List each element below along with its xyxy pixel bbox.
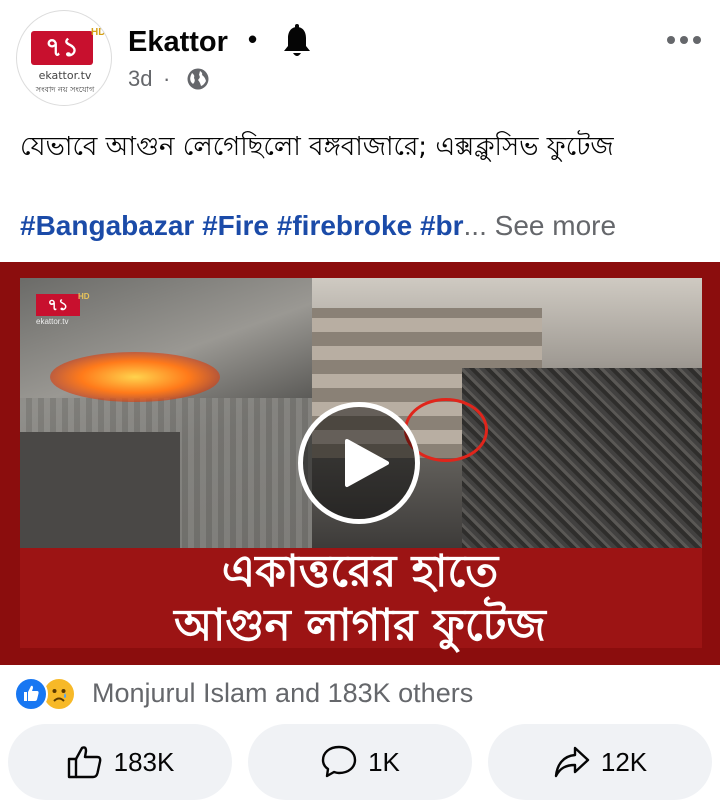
avatar-site-text: ekattor.tv [38,69,92,82]
more-dot [693,36,701,44]
share-icon [554,746,590,778]
like-count: 183K [113,746,175,777]
hashtags-link[interactable]: #Bangabazar #Fire #firebroke #br [20,210,464,241]
timestamp-separator: · [163,66,171,91]
hd-badge: HD [91,27,106,38]
name-separator: • [248,24,258,54]
page-name-link[interactable]: Ekattor [128,26,228,59]
comment-count: 1K [368,746,400,777]
watermark-logo: ৭১ [36,294,80,316]
like-button[interactable]: 183K [8,724,232,800]
post-text: যেভাবে আগুন লেগেছিলো বঙ্গবাজারে; এক্সক্ল… [20,132,614,162]
bell-icon[interactable] [280,24,314,60]
watermark-site: ekattor.tv [36,317,69,326]
post-timestamp[interactable]: 3d [128,66,152,92]
more-dot [667,36,675,44]
thumbs-up-icon [67,746,102,779]
action-bar: 183K 1K 12K [0,724,720,800]
reaction-icons[interactable] [14,676,76,712]
video-caption-line2: আগুন লাগার ফুটেজ [174,600,546,651]
play-icon [345,439,389,487]
share-button[interactable]: 12K [488,724,712,800]
video-player[interactable]: ৭১ HD ekattor.tv একাত্তরের হাতে আগুন লাগ… [0,262,720,665]
burned-rubble [462,368,702,548]
like-reaction-icon [14,677,48,711]
watermark-hd: HD [78,292,90,301]
avatar-tagline: সংবাদ নয় সংযোগ [35,85,95,94]
more-options-icon[interactable] [664,26,704,54]
comment-icon [321,745,357,778]
lower-building [20,432,180,548]
more-dot [680,36,688,44]
hashtag-ellipsis: ... [463,210,487,241]
fire-flames [50,352,220,402]
ekattor-logo: ৭১ [31,31,93,65]
comment-button[interactable]: 1K [248,724,472,800]
hashtag-line: #Bangabazar #Fire #firebroke #br... See … [20,210,710,242]
post-header: ৭১ HD ekattor.tv সংবাদ নয় সংযোগ Ekattor… [0,0,720,110]
page-avatar[interactable]: ৭১ HD ekattor.tv সংবাদ নয় সংযোগ [16,10,112,106]
share-count: 12K [600,746,648,777]
reaction-summary[interactable]: Monjurul Islam and 183K others [92,678,473,709]
globe-icon [186,67,210,91]
see-more-link[interactable]: See more [495,210,616,241]
play-button[interactable] [298,402,420,524]
